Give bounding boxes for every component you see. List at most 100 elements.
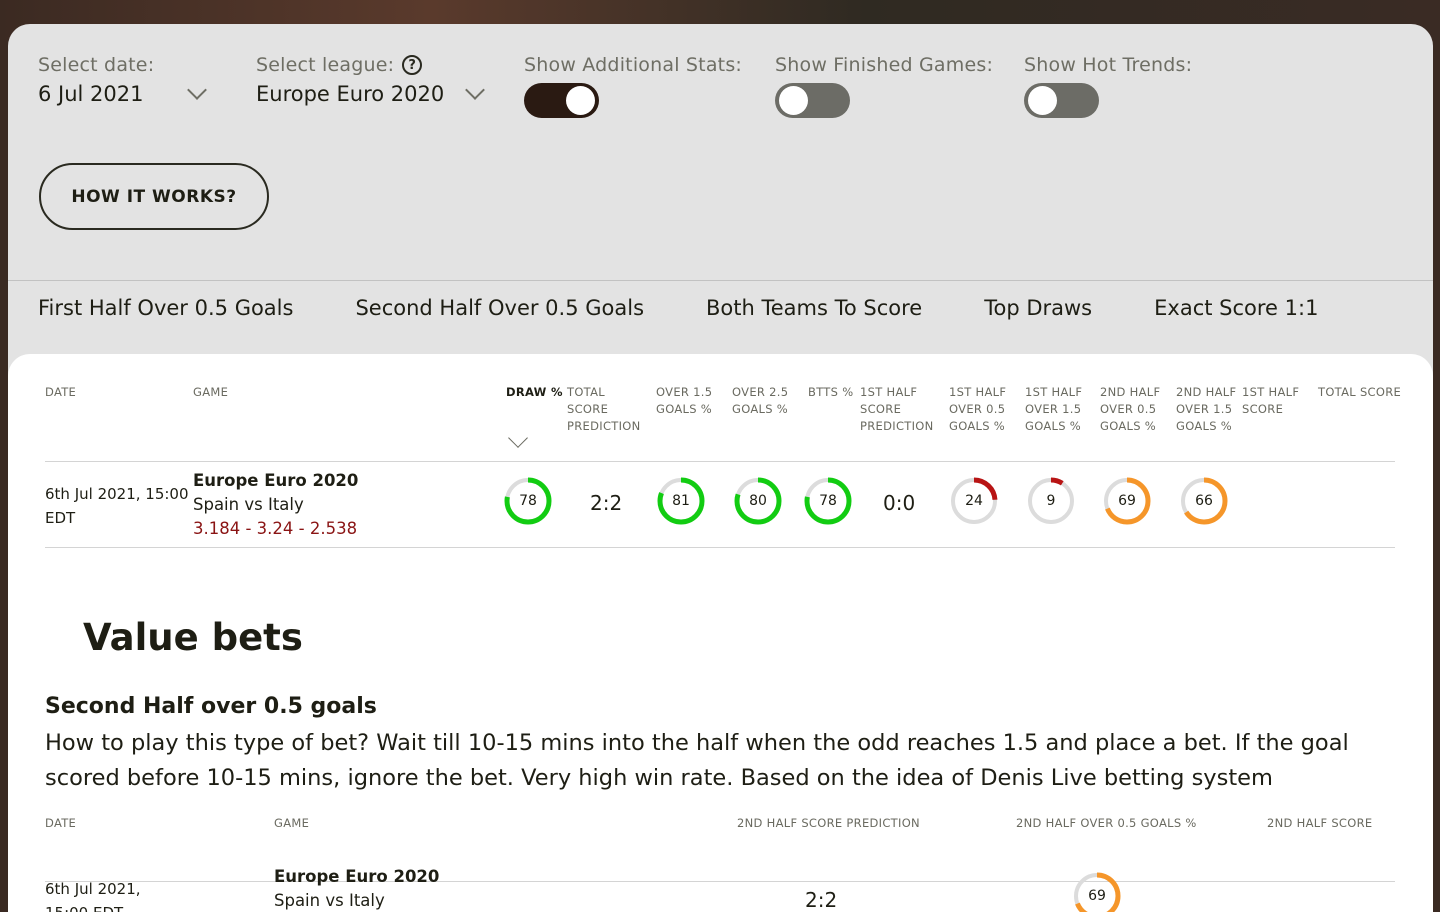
header-fh-score-prediction[interactable]: 1ST HALF SCORE PREDICTION <box>860 384 934 435</box>
header-line: OVER 1.5 <box>1176 402 1233 416</box>
vb-header-game[interactable]: GAME <box>274 815 309 832</box>
tab-first-half-over[interactable]: First Half Over 0.5 Goals <box>38 296 293 336</box>
additional-stats-label: Show Additional Stats: <box>524 54 743 76</box>
league-filter[interactable]: Select league: ? Europe Euro 2020 <box>256 54 486 106</box>
ring-value: 66 <box>1195 493 1213 509</box>
header-line: PREDICTION <box>567 419 641 433</box>
predictions-card: DATE GAME DRAW % TOTAL SCORE PREDICTION … <box>8 354 1433 912</box>
league-select-value: Europe Euro 2020 <box>256 82 445 106</box>
fh-over15-percent-ring: 9 <box>1027 477 1075 525</box>
ring-value: 78 <box>819 493 837 509</box>
match-game[interactable]: Europe Euro 2020 Spain vs Italy 3.184 - … <box>193 469 358 541</box>
fh-over05-percent-ring: 24 <box>950 477 998 525</box>
table-divider <box>45 461 1395 462</box>
toggle-knob <box>1028 86 1057 115</box>
header-fh-score[interactable]: 1ST HALF SCORE <box>1242 384 1299 418</box>
finished-games-filter: Show Finished Games: <box>775 54 993 118</box>
vb-header-sh-score-prediction[interactable]: 2ND HALF SCORE PREDICTION <box>737 815 920 832</box>
league-filter-label: Select league: <box>256 54 395 76</box>
draw-percent-ring: 78 <box>504 477 552 525</box>
hot-trends-label: Show Hot Trends: <box>1024 54 1193 76</box>
additional-stats-toggle[interactable] <box>524 83 599 118</box>
chevron-down-icon <box>465 80 486 100</box>
match-date-line: 6th Jul 2021, <box>45 880 141 898</box>
header-line: OVER 0.5 <box>949 402 1006 416</box>
match-date-line: 6th Jul 2021, 15:00 <box>45 485 189 503</box>
tab-top-draws[interactable]: Top Draws <box>984 296 1092 336</box>
header-date[interactable]: DATE <box>45 384 76 401</box>
date-select-value: 6 Jul 2021 <box>38 82 144 106</box>
header-line: GOALS % <box>1176 419 1233 433</box>
header-line: PREDICTION <box>860 419 934 433</box>
header-total-score[interactable]: TOTAL SCORE <box>1318 384 1401 401</box>
match-odds: 3.184 - 3.24 - 2.538 <box>193 519 358 538</box>
sort-chevron-icon[interactable] <box>508 428 528 448</box>
toggle-knob <box>566 86 595 115</box>
value-bets-subtitle: Second Half over 0.5 goals <box>45 694 377 719</box>
league-select[interactable]: Europe Euro 2020 <box>256 80 486 106</box>
hot-trends-toggle[interactable] <box>1024 83 1099 118</box>
match-teams[interactable]: Spain vs Italy <box>193 493 358 517</box>
match-date-line: EDT <box>45 509 76 527</box>
total-score-prediction: 2:2 <box>590 491 623 515</box>
header-sh-over15[interactable]: 2ND HALF OVER 1.5 GOALS % <box>1176 384 1236 435</box>
header-line: GOALS % <box>656 402 713 416</box>
hot-trends-filter: Show Hot Trends: <box>1024 54 1192 118</box>
finished-games-toggle[interactable] <box>775 83 850 118</box>
table-divider <box>45 881 1395 882</box>
header-total-score-prediction[interactable]: TOTAL SCORE PREDICTION <box>567 384 641 435</box>
tab-both-teams-to-score[interactable]: Both Teams To Score <box>706 296 922 336</box>
header-line: 2ND HALF <box>1100 385 1161 399</box>
header-draw[interactable]: DRAW % <box>506 384 563 401</box>
vb-sh-score-prediction: 2:2 <box>805 888 838 912</box>
match-league: Europe Euro 2020 <box>274 867 440 886</box>
match-league: Europe Euro 2020 <box>193 471 359 490</box>
ring-value: 78 <box>519 493 537 509</box>
vb-header-sh-score[interactable]: 2ND HALF SCORE <box>1267 815 1372 832</box>
help-icon[interactable]: ? <box>402 55 423 75</box>
finished-games-label: Show Finished Games: <box>775 54 994 76</box>
header-fh-over15[interactable]: 1ST HALF OVER 1.5 GOALS % <box>1025 384 1082 435</box>
tab-exact-score[interactable]: Exact Score 1:1 <box>1154 296 1318 336</box>
header-sh-over05[interactable]: 2ND HALF OVER 0.5 GOALS % <box>1100 384 1160 435</box>
ring-value: 80 <box>749 493 767 509</box>
vb-sh-over05-percent-ring: 69 <box>1073 872 1121 912</box>
header-btts[interactable]: BTTS % <box>808 384 853 401</box>
value-bets-description: How to play this type of bet? Wait till … <box>45 730 1349 791</box>
date-filter-label: Select date: <box>38 54 155 76</box>
header-over15[interactable]: OVER 1.5 GOALS % <box>656 384 712 418</box>
vb-header-date[interactable]: DATE <box>45 815 76 832</box>
filters-bar: Select date: 6 Jul 2021 Select league: ?… <box>38 54 1418 134</box>
date-filter[interactable]: Select date: 6 Jul 2021 <box>38 54 207 106</box>
main-panel: Select date: 6 Jul 2021 Select league: ?… <box>8 24 1433 912</box>
toggle-knob <box>779 86 808 115</box>
bet-type-tabs: First Half Over 0.5 Goals Second Half Ov… <box>38 296 1380 336</box>
header-line: OVER 1.5 <box>1025 402 1082 416</box>
header-line: SCORE <box>1242 402 1284 416</box>
header-line: 1ST HALF <box>949 385 1007 399</box>
header-line: TOTAL <box>567 385 605 399</box>
match-date: 6th Jul 2021, 15:00 EDT <box>45 482 189 530</box>
match-teams[interactable]: Spain vs Italy <box>274 889 439 912</box>
header-line: OVER 1.5 <box>656 385 713 399</box>
how-it-works-button[interactable]: HOW IT WORKS? <box>39 163 269 230</box>
header-game[interactable]: GAME <box>193 384 228 401</box>
ring-value: 69 <box>1118 493 1136 509</box>
header-line: OVER 0.5 <box>1100 402 1157 416</box>
header-over25[interactable]: OVER 2.5 GOALS % <box>732 384 788 418</box>
tab-second-half-over[interactable]: Second Half Over 0.5 Goals <box>355 296 644 336</box>
section-divider <box>8 280 1433 281</box>
ring-value: 9 <box>1046 493 1056 509</box>
header-line: 2ND HALF <box>1176 385 1237 399</box>
btts-percent-ring: 78 <box>804 477 852 525</box>
header-line: GOALS % <box>732 402 789 416</box>
header-fh-over05[interactable]: 1ST HALF OVER 0.5 GOALS % <box>949 384 1006 435</box>
date-select[interactable]: 6 Jul 2021 <box>38 80 207 106</box>
header-line: GOALS % <box>1100 419 1157 433</box>
vb-match-date: 6th Jul 2021, 15:00 EDT <box>45 877 141 912</box>
ring-value: 69 <box>1088 888 1106 904</box>
match-date-line: 15:00 EDT <box>45 901 141 912</box>
header-line: SCORE <box>567 402 609 416</box>
vb-header-sh-over05[interactable]: 2ND HALF OVER 0.5 GOALS % <box>1016 815 1197 832</box>
vb-match-game[interactable]: Europe Euro 2020 Spain vs Italy <box>274 865 439 912</box>
